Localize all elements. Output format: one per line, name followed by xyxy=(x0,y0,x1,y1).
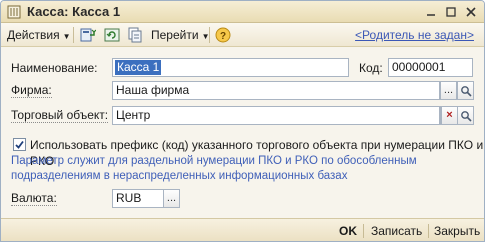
trade-object-input[interactable]: Центр ... xyxy=(112,106,457,125)
prefix-checkbox-label[interactable]: Использовать префикс (код) указанного то… xyxy=(30,137,484,168)
close-button[interactable]: Закрыть xyxy=(434,223,480,239)
refresh-icon[interactable] xyxy=(104,27,121,43)
magnifier-icon xyxy=(460,111,472,122)
save-and-close-icon[interactable] xyxy=(79,27,96,43)
save-button[interactable]: Записать xyxy=(371,223,422,239)
firm-input[interactable]: Наша фирма ... xyxy=(112,81,457,100)
currency-select-button[interactable]: ... xyxy=(163,189,180,208)
hint-line-2: подразделениям в нераспределенных информ… xyxy=(11,170,348,182)
parent-link[interactable]: <Родитель не задан> xyxy=(355,26,474,44)
magnifier-icon xyxy=(460,86,472,97)
firm-select-button[interactable]: ... xyxy=(440,81,457,100)
currency-value: RUB xyxy=(116,191,142,205)
window-title: Касса: Касса 1 xyxy=(27,4,121,19)
toolbar-separator xyxy=(209,27,210,43)
maximize-icon xyxy=(446,7,456,17)
close-window-button[interactable] xyxy=(463,4,479,20)
prefix-checkbox[interactable] xyxy=(13,138,26,151)
trade-object-value: Центр xyxy=(116,108,151,122)
minimize-button[interactable] xyxy=(423,4,439,20)
trade-object-label[interactable]: Торговый объект: xyxy=(11,108,109,123)
firm-open-button[interactable] xyxy=(457,81,474,100)
title-bar: Касса: Касса 1 xyxy=(1,1,484,23)
toolbar-separator xyxy=(73,27,74,43)
checkmark-icon xyxy=(15,140,24,149)
prefix-hint: Параметр служит для раздельной нумерации… xyxy=(11,154,461,184)
catalog-icon xyxy=(7,5,21,19)
catalog-item-window: Касса: Касса 1 Действия ▼ Перейти ▼ ? <Р… xyxy=(0,0,485,242)
footer-separator xyxy=(363,224,364,238)
dropdown-arrow-icon: ▼ xyxy=(62,32,71,41)
name-value: Касса 1 xyxy=(115,60,162,75)
trade-object-clear-button[interactable]: × xyxy=(441,106,458,125)
close-icon xyxy=(466,7,476,17)
toolbar: Действия ▼ Перейти ▼ ? <Родитель не зада… xyxy=(1,23,484,47)
footer-buttons: OK Записать Закрыть xyxy=(1,218,484,241)
name-input[interactable]: Касса 1 xyxy=(112,58,349,77)
code-value: 00000001 xyxy=(392,60,446,74)
copy-document-icon[interactable] xyxy=(127,27,144,43)
goto-label: Перейти xyxy=(151,28,199,42)
code-input[interactable]: 00000001 xyxy=(388,58,473,77)
footer-separator xyxy=(428,224,429,238)
ok-button[interactable]: OK xyxy=(339,223,357,239)
maximize-button[interactable] xyxy=(443,4,459,20)
actions-label: Действия xyxy=(7,28,60,42)
trade-object-open-button[interactable] xyxy=(457,106,474,125)
code-label: Код: xyxy=(359,61,383,75)
name-label: Наименование: xyxy=(11,61,98,75)
firm-label[interactable]: Фирма: xyxy=(11,83,52,98)
actions-menu[interactable]: Действия ▼ xyxy=(7,26,71,44)
help-label: ? xyxy=(220,31,226,42)
goto-menu[interactable]: Перейти ▼ xyxy=(151,26,209,44)
firm-value: Наша фирма xyxy=(116,83,190,97)
currency-input[interactable]: RUB xyxy=(112,189,164,208)
help-icon[interactable]: ? xyxy=(215,27,232,43)
currency-label[interactable]: Валюта: xyxy=(11,191,57,206)
hint-line-1: Параметр служит для раздельной нумерации… xyxy=(11,155,417,167)
minimize-icon xyxy=(427,14,435,16)
